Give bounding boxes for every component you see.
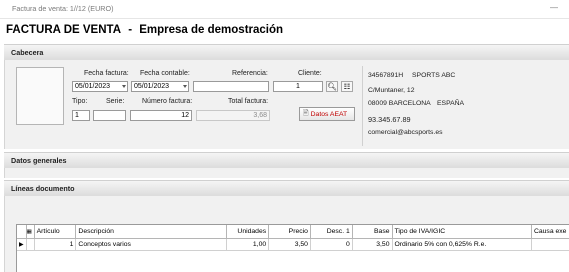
- cell-tipo-iva[interactable]: Ordinario 5% con 0,625% R.e.: [392, 238, 532, 251]
- table-row[interactable]: ▶ 1 Conceptos varios 1,00 3,50 0 3,50 Or…: [17, 238, 569, 251]
- tipo-input[interactable]: 1: [72, 110, 90, 121]
- cell-desc1[interactable]: 0: [310, 238, 353, 251]
- section-datos-generales[interactable]: Datos generales: [4, 152, 569, 169]
- datos-aeat-button[interactable]: 🖹︎ Datos AEAT: [299, 107, 355, 121]
- company-name: Empresa de demostración: [139, 24, 284, 36]
- fecha-contable-combo[interactable]: 05/01/2023: [131, 81, 189, 92]
- cell-precio[interactable]: 3,50: [268, 238, 311, 251]
- client-nif: 34567891H: [368, 72, 404, 79]
- section-datos-generales-label: Datos generales: [11, 156, 67, 165]
- cell-base[interactable]: 3,50: [352, 238, 393, 251]
- window-title: Factura de venta: 1//12 (EURO): [12, 4, 114, 13]
- cliente-label: Cliente:: [298, 70, 322, 77]
- referencia-label: Referencia:: [232, 70, 268, 77]
- col-header[interactable]: Tipo de IVA/IGIC: [392, 225, 532, 239]
- minimize-icon[interactable]: —: [549, 3, 559, 13]
- document-icon: 🖹︎: [303, 109, 309, 117]
- col-header[interactable]: Descripción: [75, 225, 228, 239]
- col-header[interactable]: Base: [352, 225, 393, 239]
- client-phone: 93.345.67.89: [368, 115, 411, 124]
- search-icon[interactable]: 🔍︎: [326, 81, 338, 92]
- col-header[interactable]: Precio: [268, 225, 311, 239]
- section-lineas-documento[interactable]: Líneas documento: [4, 180, 569, 197]
- section-cabecera[interactable]: Cabecera: [4, 44, 569, 61]
- invoice-window: Factura de venta: 1//12 (EURO) — FACTURA…: [0, 0, 569, 272]
- numero-factura-label: Número factura:: [142, 98, 193, 105]
- col-header[interactable]: Unidades: [226, 225, 270, 239]
- chevron-down-icon: [122, 85, 126, 88]
- client-country: ESPAÑA: [437, 100, 465, 107]
- cell-causa-exe[interactable]: [531, 238, 569, 251]
- client-address: C/Muntaner, 12: [368, 87, 415, 94]
- divider: [362, 66, 363, 146]
- table-header: ▦ Artículo Descripción Unidades Precio D…: [17, 225, 569, 239]
- cell-articulo[interactable]: 1: [34, 238, 77, 251]
- referencia-input[interactable]: [193, 81, 269, 92]
- chevron-down-icon: [183, 85, 187, 88]
- client-postal: 08009 BARCELONA: [368, 100, 431, 107]
- page-title: FACTURA DE VENTA - Empresa de demostraci…: [6, 24, 284, 36]
- client-name: SPORTS ABC: [412, 72, 456, 79]
- col-header[interactable]: Causa exe: [531, 225, 569, 239]
- cell-descripcion[interactable]: Conceptos varios: [75, 238, 228, 251]
- cliente-input[interactable]: 1: [273, 81, 323, 92]
- col-header[interactable]: Artículo: [34, 225, 77, 239]
- title-bar: Factura de venta: 1//12 (EURO) —: [0, 0, 569, 19]
- client-email: comercial@abcsports.es: [368, 129, 443, 136]
- fecha-contable-value: 05/01/2023: [134, 83, 170, 90]
- total-factura-value: 3,68: [196, 110, 270, 121]
- tipo-label: Tipo:: [72, 98, 88, 105]
- cell-unidades[interactable]: 1,00: [226, 238, 270, 251]
- document-title: FACTURA DE VENTA: [6, 24, 121, 36]
- lines-grid[interactable]: ▦ Artículo Descripción Unidades Precio D…: [16, 224, 569, 272]
- serie-input[interactable]: [93, 110, 126, 121]
- section-cabecera-label: Cabecera: [11, 48, 44, 57]
- client-card-icon[interactable]: ☷: [341, 81, 353, 92]
- section-lineas-label: Líneas documento: [11, 184, 75, 193]
- fecha-contable-label: Fecha contable:: [140, 70, 190, 77]
- datos-generales-panel: [4, 168, 569, 178]
- fecha-factura-label: Fecha factura:: [84, 70, 129, 77]
- column-selector-icon[interactable]: ▦: [26, 225, 35, 239]
- serie-label: Serie:: [106, 98, 125, 105]
- numero-factura-input[interactable]: 12: [130, 110, 192, 121]
- col-header[interactable]: Desc. 1: [310, 225, 353, 239]
- datos-aeat-label: Datos AEAT: [310, 110, 348, 118]
- fecha-factura-value: 05/01/2023: [75, 83, 111, 90]
- lines-table: ▦ Artículo Descripción Unidades Precio D…: [17, 225, 569, 251]
- fecha-factura-combo[interactable]: 05/01/2023: [72, 81, 128, 92]
- client-image[interactable]: [16, 67, 64, 125]
- row-pointer-icon[interactable]: ▶: [17, 238, 27, 251]
- grid-corner-icon[interactable]: [17, 225, 27, 239]
- total-factura-label: Total factura:: [228, 98, 269, 105]
